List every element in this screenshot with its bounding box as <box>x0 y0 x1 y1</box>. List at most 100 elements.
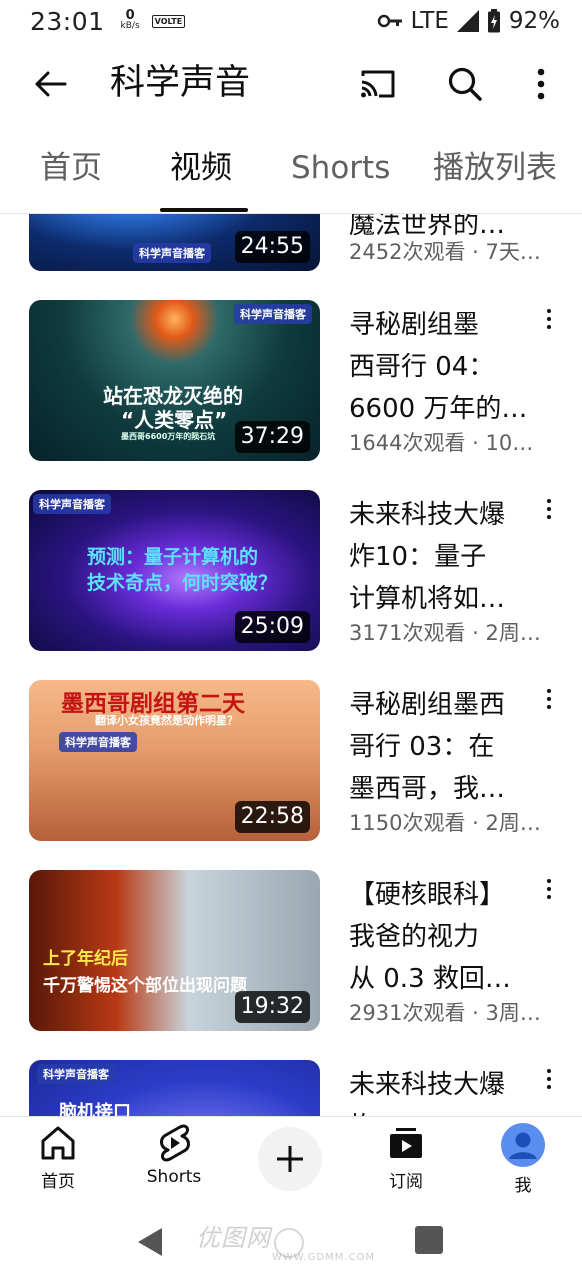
video-item[interactable]: 科学声音播客 站在恐龙灭绝的 “人类零点” 墨西哥6600万年的陨石坑 37:2… <box>0 300 582 470</box>
video-title-line: 炸10：量子 <box>349 542 487 572</box>
video-menu-button[interactable] <box>534 492 564 526</box>
thumbnail-headline: 千万警惕这个部位出现问题 <box>43 976 247 996</box>
video-item[interactable]: 科学声音播客 预测：量子计算机的 技术奇点，何时突破？ 25:09 未来科技大爆… <box>0 490 582 660</box>
status-time: 23:01 <box>30 6 105 36</box>
video-list: 科学声音播客 24:55 魔法世界的… 2452次观看 · 7天… 科学声音播客… <box>0 214 582 1116</box>
video-item[interactable]: 科学声音播客 24:55 魔法世界的… 2452次观看 · 7天… <box>0 214 582 280</box>
active-tab-indicator <box>160 208 248 212</box>
video-thumbnail[interactable]: 科学声音播客 站在恐龙灭绝的 “人类零点” 墨西哥6600万年的陨石坑 37:2… <box>29 300 320 461</box>
video-meta: 2931次观看 · 3周… <box>349 1001 541 1025</box>
nav-subscriptions-label: 订阅 <box>389 1172 423 1192</box>
video-title-line: 6600 万年的… <box>349 394 528 424</box>
nav-shorts-label: Shorts <box>146 1167 202 1187</box>
video-duration: 19:32 <box>234 991 310 1023</box>
video-title[interactable]: 寻秘剧组墨 西哥行 04： 6600 万年的… <box>349 304 529 430</box>
video-title-line: 未来科技大爆 <box>349 1070 506 1100</box>
thumbnail-headline: 脑机接口 <box>59 1102 131 1116</box>
battery-percent: 92% <box>508 8 560 34</box>
tab-videos[interactable]: 视频 <box>170 146 232 190</box>
thumbnail-headline: 上了年纪后 <box>43 949 128 969</box>
video-title-line: 计算机将如… <box>349 584 506 614</box>
video-meta: 2452次观看 · 7天… <box>349 240 541 264</box>
create-button[interactable] <box>258 1127 322 1191</box>
thumbnail-subtitle: 翻译小女孩竟然是动作明星？ <box>95 714 238 727</box>
tab-shorts[interactable]: Shorts <box>291 146 390 190</box>
video-duration: 25:09 <box>234 611 310 643</box>
video-title-line: 从 0.3 救回… <box>349 964 511 994</box>
video-title-line: 哥行 03：在 <box>349 732 495 762</box>
video-title[interactable]: 寻秘剧组墨西 哥行 03：在 墨西哥，我… <box>349 684 529 810</box>
video-title[interactable]: 未来科技大爆 炸… <box>349 1064 529 1116</box>
tab-playlists[interactable]: 播放列表 <box>433 146 557 190</box>
cast-button[interactable] <box>354 60 402 108</box>
video-title-line: 寻秘剧组墨 <box>349 310 480 340</box>
subscriptions-icon <box>390 1128 422 1158</box>
network-speed-unit: kB/s <box>120 21 140 31</box>
tab-home[interactable]: 首页 <box>40 146 102 190</box>
signal-icon <box>456 10 479 32</box>
video-meta: 1150次观看 · 2周… <box>349 811 541 835</box>
nav-subscriptions[interactable]: 订阅 <box>366 1123 446 1197</box>
video-menu-button[interactable] <box>534 682 564 716</box>
video-item[interactable]: 科学声音播客 脑机接口 未来科技大爆 炸… <box>0 1060 582 1116</box>
status-indicators: LTE 92% <box>377 8 560 34</box>
system-back-icon[interactable] <box>136 1226 164 1258</box>
channel-title: 科学声音 <box>110 63 251 103</box>
video-duration: 37:29 <box>234 421 310 453</box>
nav-shorts[interactable]: Shorts <box>134 1123 214 1197</box>
network-speed: 0 kB/s <box>120 8 140 31</box>
video-meta: 3171次观看 · 2周… <box>349 621 541 645</box>
system-recents-button[interactable] <box>415 1226 443 1254</box>
avatar <box>501 1123 545 1167</box>
thumbnail-badge: 科学声音播客 <box>37 1064 115 1084</box>
video-thumbnail[interactable]: 科学声音播客 脑机接口 <box>29 1060 320 1116</box>
video-title[interactable]: 未来科技大爆 炸10：量子 计算机将如… <box>349 494 529 620</box>
nav-you[interactable]: 我 <box>483 1123 563 1197</box>
home-icon <box>41 1126 75 1160</box>
network-speed-value: 0 <box>125 8 135 23</box>
video-thumbnail[interactable]: 墨西哥剧组第二天 翻译小女孩竟然是动作明星？ 科学声音播客 22:58 <box>29 680 320 841</box>
back-button[interactable] <box>26 60 74 108</box>
thumbnail-badge: 科学声音播客 <box>133 243 211 263</box>
video-title-line: 寻秘剧组墨西 <box>349 690 506 720</box>
video-thumbnail[interactable]: 科学声音播客 预测：量子计算机的 技术奇点，何时突破？ 25:09 <box>29 490 320 651</box>
nav-home[interactable]: 首页 <box>18 1123 98 1197</box>
search-icon <box>448 67 482 101</box>
network-type: LTE <box>410 8 449 34</box>
status-bar: 23:01 0 kB/s VOLTE LTE 92% <box>0 0 582 42</box>
video-menu-button[interactable] <box>534 872 564 906</box>
nav-you-label: 我 <box>514 1176 532 1196</box>
video-title-line: 未来科技大爆 <box>349 500 506 530</box>
video-title-line: 西哥行 04： <box>349 352 495 382</box>
search-button[interactable] <box>441 60 489 108</box>
video-thumbnail[interactable]: 科学声音播客 24:55 <box>29 214 320 271</box>
watermark-text: 优图网 <box>196 1224 271 1252</box>
video-menu-button[interactable] <box>534 302 564 336</box>
thumbnail-badge: 科学声音播客 <box>234 304 312 324</box>
video-menu-button[interactable] <box>534 1062 564 1096</box>
video-duration: 24:55 <box>234 231 310 263</box>
video-title-line: 我爸的视力 <box>349 922 480 952</box>
thumbnail-badge: 科学声音播客 <box>59 732 137 752</box>
cast-icon <box>361 70 395 98</box>
thumbnail-badge: 科学声音播客 <box>33 494 111 514</box>
arrow-left-icon <box>35 71 67 97</box>
video-meta: 1644次观看 · 10… <box>349 431 534 455</box>
plus-icon <box>277 1146 303 1172</box>
channel-tabs: 首页 视频 Shorts 播放列表 <box>0 124 582 214</box>
shorts-icon <box>160 1124 190 1162</box>
battery-icon <box>487 9 501 33</box>
nav-home-label: 首页 <box>41 1172 75 1192</box>
video-item[interactable]: 上了年纪后 千万警惕这个部位出现问题 19:32 【硬核眼科】 我爸的视力 从 … <box>0 870 582 1040</box>
bottom-navigation: 首页 Shorts 订阅 我 <box>0 1116 582 1202</box>
system-navigation-bar: 优图网 WWW.GDMM.COM <box>0 1202 582 1280</box>
more-options-button[interactable] <box>517 60 565 108</box>
video-item[interactable]: 墨西哥剧组第二天 翻译小女孩竟然是动作明星？ 科学声音播客 22:58 寻秘剧组… <box>0 680 582 850</box>
watermark-subtext: WWW.GDMM.COM <box>272 1252 376 1263</box>
thumbnail-headline: 技术奇点，何时突破？ <box>87 572 278 594</box>
video-title[interactable]: 【硬核眼科】 我爸的视力 从 0.3 救回… <box>349 874 529 1000</box>
video-title-line: 【硬核眼科】 <box>349 880 506 910</box>
more-vert-icon <box>537 68 545 100</box>
thumbnail-caption: 墨西哥6600万年的陨石坑 <box>121 432 216 441</box>
video-thumbnail[interactable]: 上了年纪后 千万警惕这个部位出现问题 19:32 <box>29 870 320 1031</box>
